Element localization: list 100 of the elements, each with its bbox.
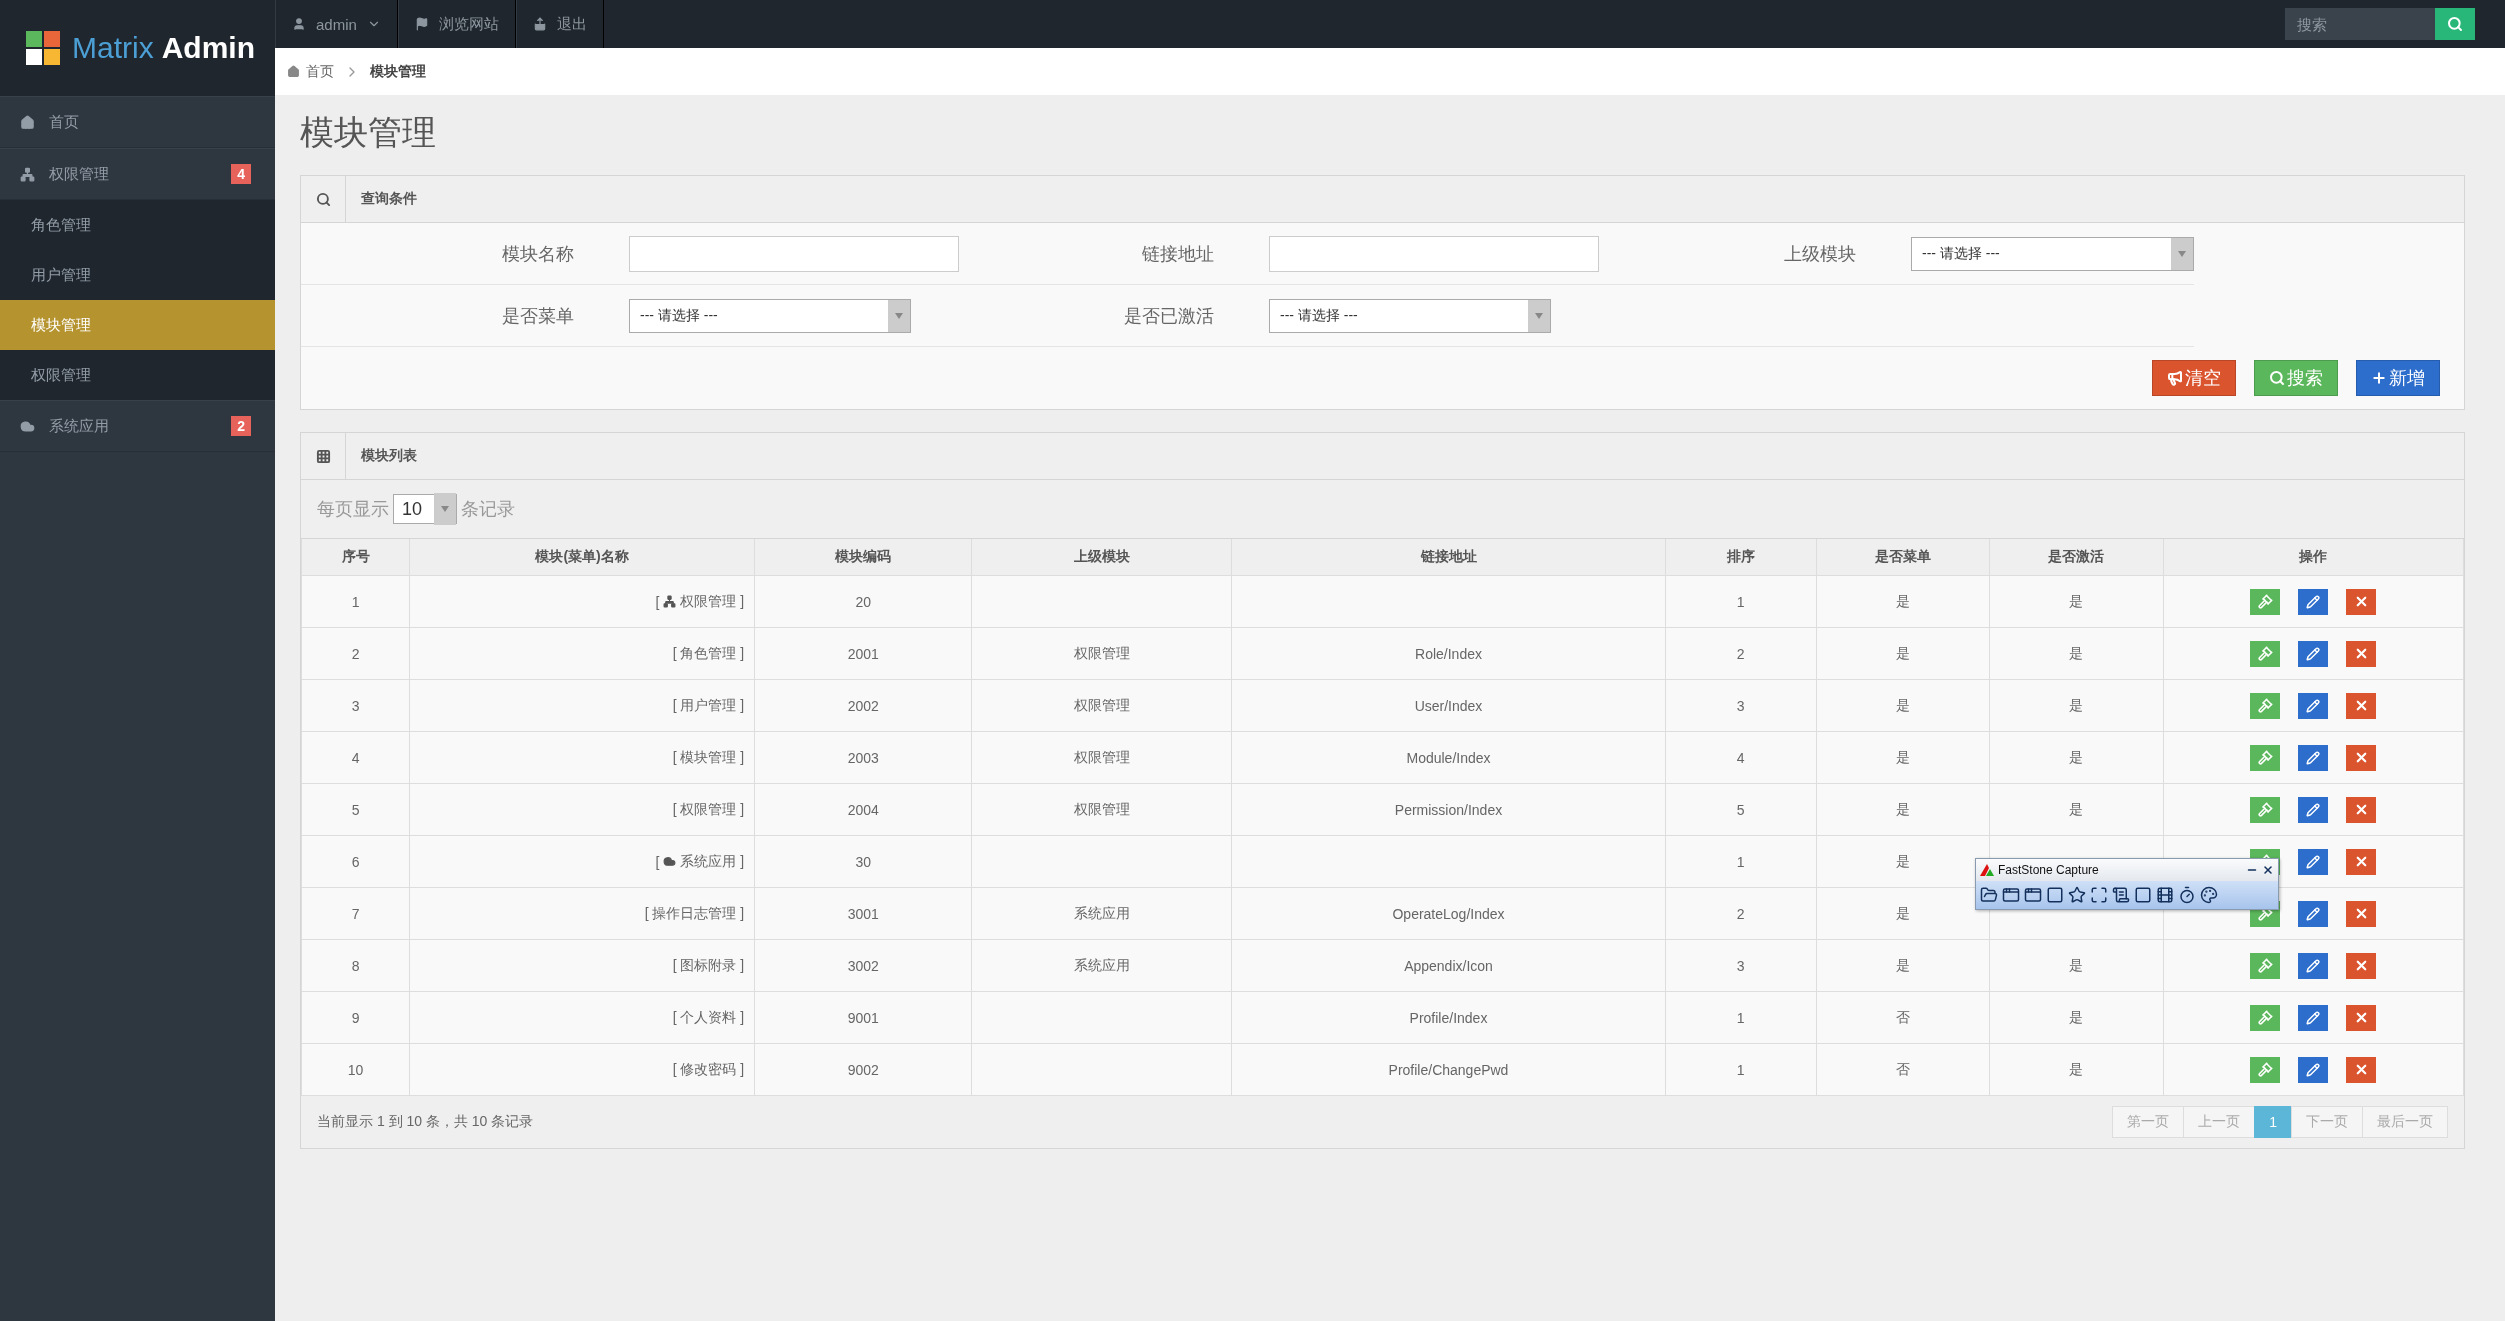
submenu-item[interactable]: 权限管理 <box>0 350 275 400</box>
panel-title: 模块列表 <box>360 447 417 465</box>
module-name: [ 个人资料 ] <box>672 1008 745 1027</box>
table-cell: 3 <box>1665 679 1817 732</box>
column-header: 链接地址 <box>1231 539 1666 576</box>
module-name: [ 用户管理 ] <box>672 696 745 715</box>
table-cell: 20 <box>754 575 972 628</box>
table-cell: 是 <box>1816 575 1990 628</box>
count-badge: 2 <box>231 416 251 436</box>
table-cell: 权限管理 <box>971 731 1232 784</box>
table-cell: 4 <box>1665 731 1817 784</box>
table-cell: 2 <box>301 627 410 680</box>
table-cell: 3 <box>1665 939 1817 992</box>
table-cell: 9 <box>301 991 410 1044</box>
column-header: 模块编码 <box>754 539 972 576</box>
table-cell: 是 <box>1989 1043 2164 1096</box>
sidebar-item[interactable]: 系统应用 2 <box>0 400 275 452</box>
records-info: 当前显示 1 到 10 条，共 10 条记录 <box>317 1113 534 1131</box>
table-cell: Profile/ChangePwd <box>1231 1043 1666 1096</box>
window-title: FastStone Capture <box>1998 863 2100 877</box>
action-button[interactable]: 新增 <box>2356 360 2440 396</box>
table-cell: 系统应用 <box>971 939 1232 992</box>
column-header: 操作 <box>2163 539 2464 576</box>
table-cell: 1 <box>1665 835 1817 888</box>
table-cell: 2003 <box>754 731 972 784</box>
table-cell: 是 <box>1816 887 1990 940</box>
module-name: [ 权限管理 ] <box>655 592 745 611</box>
table-cell: 是 <box>1989 627 2164 680</box>
table-cell: 权限管理 <box>971 679 1232 732</box>
table-cell: Permission/Index <box>1231 783 1666 836</box>
table-cell: 权限管理 <box>971 783 1232 836</box>
table-cell: 是 <box>1816 783 1990 836</box>
table-cell: Module/Index <box>1231 731 1666 784</box>
table-cell: 1 <box>1665 991 1817 1044</box>
table-cell: 8 <box>301 939 410 992</box>
table-cell: User/Index <box>1231 679 1666 732</box>
table-cell: 9001 <box>754 991 972 1044</box>
table-cell: 3001 <box>754 887 972 940</box>
table-cell: 权限管理 <box>971 627 1232 680</box>
page-title: 模块管理 <box>300 112 437 153</box>
submenu-item[interactable]: 角色管理 <box>0 200 275 250</box>
table-cell: 2 <box>1665 627 1817 680</box>
table-cell: 1 <box>1665 1043 1817 1096</box>
table-cell: 2001 <box>754 627 972 680</box>
table-cell: 是 <box>1989 731 2164 784</box>
select-field[interactable]: --- 请选择 --- <box>629 298 911 333</box>
field-label: 上级模块 <box>1600 223 1911 285</box>
select-field[interactable]: --- 请选择 --- <box>1911 236 2194 271</box>
logo-text: Admin <box>161 31 255 65</box>
column-header: 上级模块 <box>971 539 1232 576</box>
column-header: 排序 <box>1665 539 1817 576</box>
table-cell: 7 <box>301 887 410 940</box>
table-cell: 是 <box>1816 679 1990 732</box>
module-name: [ 角色管理 ] <box>672 644 745 663</box>
page-size-select[interactable]: 10 <box>393 494 457 524</box>
field-label: 模块名称 <box>301 223 629 285</box>
breadcrumb-link[interactable]: 模块管理 <box>370 62 426 81</box>
search-field[interactable]: 搜索 <box>2285 8 2435 40</box>
table-cell: Appendix/Icon <box>1231 939 1666 992</box>
breadcrumb-link[interactable]: 首页 <box>287 62 334 81</box>
table-cell: 30 <box>754 835 972 888</box>
table-cell: 是 <box>1989 575 2164 628</box>
table-cell: 3 <box>301 679 410 732</box>
sidebar-item[interactable]: 首页 <box>0 96 275 148</box>
select-field[interactable]: --- 请选择 --- <box>1269 298 1551 333</box>
table-cell: 是 <box>1816 835 1990 888</box>
table-cell: 否 <box>1816 1043 1990 1096</box>
submenu-item[interactable]: 模块管理 <box>0 300 275 350</box>
module-name: [ 权限管理 ] <box>672 800 745 819</box>
action-button[interactable]: 清空 <box>2152 360 2236 396</box>
table-cell: 4 <box>301 731 410 784</box>
table-cell: 是 <box>1816 939 1990 992</box>
column-header: 是否菜单 <box>1816 539 1990 576</box>
table-cell: 否 <box>1816 991 1990 1044</box>
table-cell: OperateLog/Index <box>1231 887 1666 940</box>
table-cell: 10 <box>301 1043 410 1096</box>
table-cell: 是 <box>1989 939 2164 992</box>
module-name: [ 操作日志管理 ] <box>644 904 745 923</box>
table-cell: 是 <box>1816 627 1990 680</box>
page-size-label: 每页显示 <box>317 498 389 521</box>
submenu-item[interactable]: 用户管理 <box>0 250 275 300</box>
table-cell: 9002 <box>754 1043 972 1096</box>
table-cell: 是 <box>1816 731 1990 784</box>
column-header: 序号 <box>301 539 410 576</box>
table-cell: 系统应用 <box>971 887 1232 940</box>
table-cell: 6 <box>301 835 410 888</box>
sidebar-item[interactable]: 权限管理 4 <box>0 148 275 200</box>
module-name: [ 图标附录 ] <box>672 956 745 975</box>
column-header: 模块(菜单)名称 <box>409 539 755 576</box>
table-cell: 2004 <box>754 783 972 836</box>
table-cell: Role/Index <box>1231 627 1666 680</box>
panel-title: 查询条件 <box>360 190 417 208</box>
module-name: [ 模块管理 ] <box>672 748 745 767</box>
table-cell: 2002 <box>754 679 972 732</box>
page-size-label: 条记录 <box>461 498 515 521</box>
module-name: [ 修改密码 ] <box>672 1060 745 1079</box>
field-label: 链接地址 <box>959 223 1269 285</box>
module-name: [ 系统应用 ] <box>655 852 745 871</box>
logo-text: Matrix <box>72 31 154 65</box>
field-label: 是否已激活 <box>959 285 1269 347</box>
